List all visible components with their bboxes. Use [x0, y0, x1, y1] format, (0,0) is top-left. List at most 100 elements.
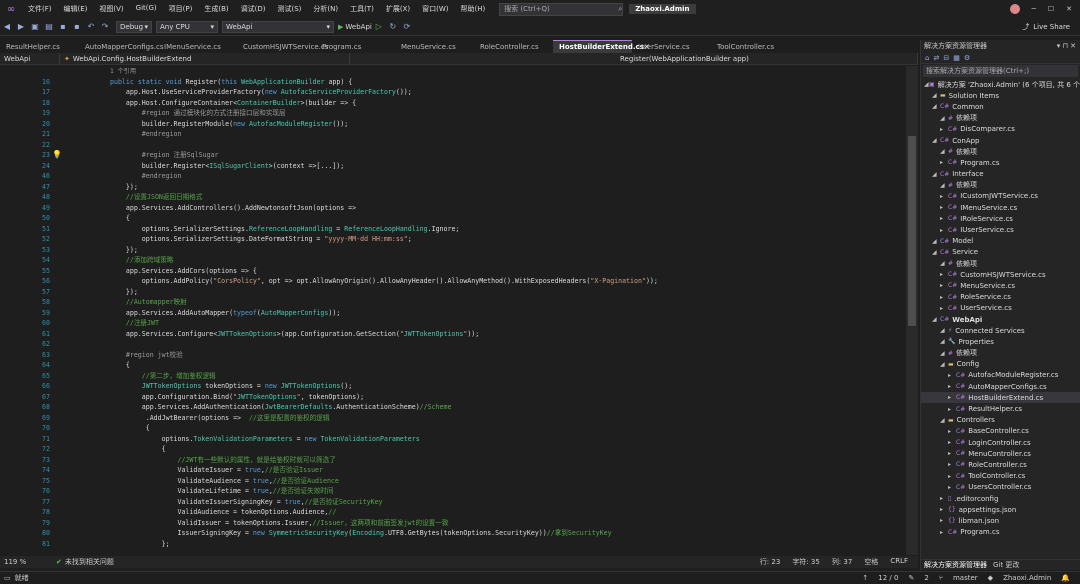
menu-item[interactable]: 生成(B) [198, 4, 234, 14]
tree-item[interactable]: ◢ # 依赖项 [921, 258, 1080, 269]
expand-arrow-icon[interactable]: ▸ [948, 406, 956, 413]
zoom-level[interactable]: 119 % [0, 558, 36, 566]
expand-arrow-icon[interactable]: ◢ [940, 361, 948, 368]
tree-item[interactable]: ▸{} libman.json [921, 515, 1080, 526]
code-line[interactable]: options.AddPolicy("CorsPolicy", opt => o… [110, 276, 658, 287]
code-line[interactable]: app.Services.AddAutoMapper(typeof(AutoMa… [110, 308, 340, 319]
vertical-scrollbar[interactable] [906, 66, 918, 555]
code-line[interactable]: #endregion [110, 171, 182, 182]
expand-arrow-icon[interactable]: ▸ [948, 372, 956, 379]
menu-item[interactable]: 帮助(H) [454, 4, 491, 14]
tree-item[interactable]: ◢ C# Interface [921, 169, 1080, 180]
code-line[interactable]: { [110, 213, 130, 224]
expand-arrow-icon[interactable]: ◢ [940, 260, 948, 267]
code-line[interactable]: #region jwt校验 [110, 350, 183, 361]
expand-arrow-icon[interactable]: ◢ [940, 115, 948, 122]
repo-name[interactable]: Zhaoxi.Admin [1003, 574, 1051, 582]
code-line[interactable]: }); [110, 287, 138, 298]
avatar[interactable] [1009, 4, 1020, 14]
expand-arrow-icon[interactable]: ◢ [932, 171, 940, 178]
minimize-icon[interactable]: ─ [1032, 5, 1036, 13]
tree-item[interactable]: ▸ C# ToolController.cs [921, 471, 1080, 482]
start-without-debug-icon[interactable]: ▷ [372, 20, 386, 34]
code-line[interactable]: builder.RegisterModule(new AutofacModule… [110, 119, 349, 130]
platform-dropdown[interactable]: Any CPU ▾ [156, 20, 218, 33]
tree-item[interactable]: ▸ C# HostBuilderExtend.cs [921, 392, 1080, 404]
whitespace-mode[interactable]: 空格 [864, 557, 878, 567]
tree-item[interactable]: ◢ # 依赖项 [921, 180, 1080, 191]
code-line[interactable]: ValidIssuer = tokenOptions.Issuer,//Issu… [110, 518, 448, 529]
expand-arrow-icon[interactable]: ▸ [940, 529, 948, 536]
show-all-icon[interactable]: ▦ [953, 54, 960, 62]
tree-item[interactable]: ◢ # 依赖项 [921, 146, 1080, 157]
document-tab[interactable]: ToolController.cs [711, 40, 790, 53]
code-line[interactable]: }); [110, 245, 138, 256]
code-line[interactable]: //JWT有一些默认的属性，就是给鉴权时就可以筛选了 [110, 455, 335, 466]
tree-item[interactable]: ◢ C# Common [921, 101, 1080, 112]
code-line[interactable]: #region 注册SqlSugar [110, 150, 219, 161]
expand-arrow-icon[interactable]: ▸ [948, 394, 956, 401]
code-line[interactable]: { [110, 360, 130, 371]
expand-arrow-icon[interactable]: ▸ [940, 517, 948, 524]
back-icon[interactable]: ◀ [0, 20, 14, 34]
nav-member-dropdown[interactable]: Register(WebApplicationBuilder app) [350, 53, 918, 65]
code-line[interactable]: options.SerializerSettings.ReferenceLoop… [110, 224, 460, 235]
search-box[interactable]: 搜索 (Ctrl+Q) ⌕ [499, 2, 624, 16]
tree-item[interactable]: ▸ C# MenuService.cs [921, 280, 1080, 291]
expand-arrow-icon[interactable]: ▸ [948, 461, 956, 468]
document-tab[interactable]: ResultHelper.cs [0, 40, 79, 53]
startup-project-dropdown[interactable]: WebApi ▾ [222, 20, 334, 33]
code-line[interactable]: public static void Register(this WebAppl… [110, 77, 352, 88]
reference-hint[interactable]: 1 个引用 [110, 66, 136, 75]
code-line[interactable]: }; [110, 539, 170, 550]
tree-item[interactable]: ◢ # 依赖项 [921, 348, 1080, 359]
expand-arrow-icon[interactable]: ▸ [948, 450, 956, 457]
expand-arrow-icon[interactable]: ▸ [940, 282, 948, 289]
new-item-icon[interactable]: ▣ [28, 20, 42, 34]
tab-git-changes[interactable]: Git 更改 [993, 560, 1019, 570]
menu-item[interactable]: 测试(S) [271, 4, 307, 14]
notification-icon[interactable]: 🔔 [1061, 574, 1070, 582]
expand-arrow-icon[interactable]: ▸ [940, 204, 948, 211]
expand-arrow-icon[interactable]: ◢ [932, 103, 940, 110]
tree-item[interactable]: ▸ C# UserService.cs [921, 303, 1080, 314]
expand-arrow-icon[interactable]: ◢ [932, 238, 940, 245]
expand-arrow-icon[interactable]: ◢ [940, 182, 948, 189]
panel-options-icon[interactable]: ▾ ⊓ ✕ [1057, 42, 1076, 50]
scroll-thumb[interactable] [908, 136, 916, 326]
expand-arrow-icon[interactable]: ▸ [940, 294, 948, 301]
expand-arrow-icon[interactable]: ▸ [940, 126, 948, 133]
expand-arrow-icon[interactable]: ◢ [940, 417, 948, 424]
expand-arrow-icon[interactable]: ▸ [940, 495, 948, 502]
solution-search-input[interactable]: 搜索解决方案资源管理器(Ctrl+;) [923, 65, 1078, 77]
tab-solution-explorer[interactable]: 解决方案资源管理器 [924, 560, 987, 570]
code-line[interactable]: IssuerSigningKey = new SymmetricSecurity… [110, 528, 611, 539]
expand-arrow-icon[interactable]: ▸ [940, 271, 948, 278]
document-tab[interactable]: CustomHSJWTService.cs [237, 40, 328, 53]
expand-arrow-icon[interactable]: ▸ [940, 215, 948, 222]
close-icon[interactable]: ✕ [1066, 5, 1072, 13]
expand-arrow-icon[interactable]: ◢ [932, 137, 940, 144]
tree-item[interactable]: ◢ C# Model [921, 236, 1080, 247]
save-all-icon[interactable]: ▪ [70, 20, 84, 34]
code-line[interactable]: JWTTokenOptions tokenOptions = new JWTTo… [110, 381, 352, 392]
tree-item[interactable]: ▸{} appsettings.json [921, 504, 1080, 515]
code-line[interactable]: #region 通过模块化的方式注册接口层和实现层 [110, 108, 286, 119]
lightbulb-icon[interactable]: 💡 [52, 150, 62, 159]
code-line[interactable]: builder.Register<ISqlSugarClient>(contex… [110, 161, 344, 172]
tree-item[interactable]: ▸ ▯ .editorconfig [921, 493, 1080, 504]
tree-item[interactable]: ▸ C# MenuController.cs [921, 448, 1080, 459]
refresh-icon[interactable]: ⟳ [400, 20, 414, 34]
document-tab[interactable]: Program.cs [316, 40, 395, 53]
menu-item[interactable]: 项目(P) [163, 4, 199, 14]
code-line[interactable]: .AddJwtBearer(options => //这里是配置的鉴权的逻辑 [110, 413, 330, 424]
tree-item[interactable]: ◢ ▬ Controllers [921, 415, 1080, 426]
expand-arrow-icon[interactable]: ▸ [948, 473, 956, 480]
code-line[interactable]: app.Services.Configure<JWTTokenOptions>(… [110, 329, 479, 340]
code-line[interactable]: //Automapper映射 [110, 297, 187, 308]
code-line[interactable]: //注册JWT [110, 318, 159, 329]
menu-item[interactable]: 编辑(E) [58, 4, 94, 14]
code-line[interactable]: #endregion [110, 129, 182, 140]
code-line[interactable]: }); [110, 182, 138, 193]
code-line[interactable]: { [110, 444, 166, 455]
